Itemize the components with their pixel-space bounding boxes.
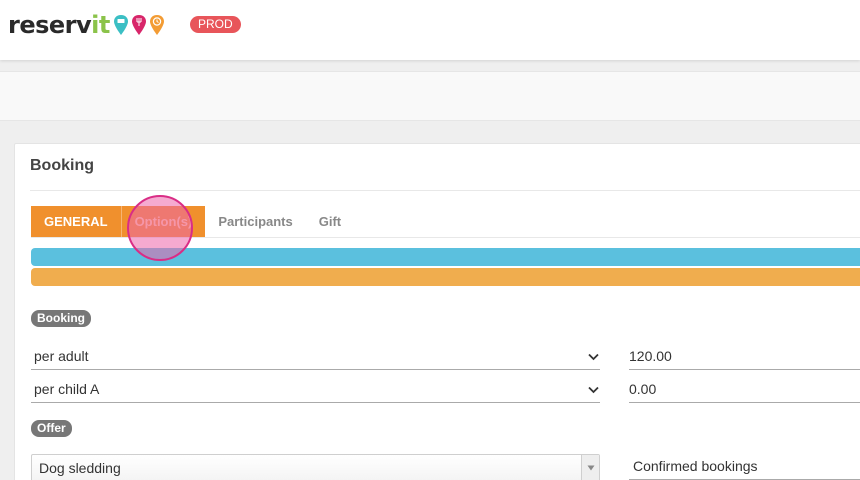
chevron-down-icon: [586, 343, 600, 370]
tab-general[interactable]: GENERAL: [31, 206, 121, 237]
app-logo[interactable]: reservit: [8, 10, 165, 40]
top-bar: reservit PROD: [0, 0, 860, 60]
tabs-divider: [31, 237, 860, 238]
price-type-select-child[interactable]: per child A: [31, 376, 600, 403]
booking-status-value: Confirmed bookings: [633, 458, 758, 474]
logo-wordmark: reservit: [8, 10, 110, 40]
price-value: 0.00: [629, 381, 657, 397]
price-type-value: per adult: [34, 348, 89, 364]
tab-options[interactable]: Option(s): [120, 206, 206, 237]
tab-gift[interactable]: Gift: [306, 206, 354, 237]
offer-select[interactable]: Dog sledding: [31, 454, 600, 480]
warning-bar: [31, 268, 860, 286]
panel-title: Booking: [30, 157, 94, 174]
secondary-toolbar: [0, 71, 860, 121]
info-bar: [31, 248, 860, 266]
triangle-down-icon: [581, 455, 599, 480]
logo-accent: it: [91, 11, 110, 39]
tab-bar: GENERAL Option(s) Participants Gift: [31, 206, 354, 237]
chevron-down-icon: [586, 376, 600, 403]
price-value: 120.00: [629, 348, 672, 364]
price-type-value: per child A: [34, 381, 100, 397]
price-value-adult[interactable]: 120.00: [629, 343, 860, 370]
pin-crimson-icon: [131, 15, 146, 35]
pin-teal-icon: [113, 15, 128, 35]
logo-pins: [113, 14, 165, 36]
booking-status-field[interactable]: Confirmed bookings: [629, 453, 860, 480]
offer-select-value: Dog sledding: [39, 460, 121, 476]
environment-badge: PROD: [190, 16, 241, 33]
booking-panel: Booking GENERAL Option(s) Participants G…: [14, 143, 860, 480]
section-label-offer: Offer: [31, 420, 72, 437]
price-type-select-adult[interactable]: per adult: [31, 343, 600, 370]
pin-orange-icon: [149, 15, 164, 35]
tab-participants[interactable]: Participants: [205, 206, 305, 237]
logo-main: reserv: [8, 11, 92, 39]
section-label-booking: Booking: [31, 310, 91, 327]
panel-divider: [30, 190, 860, 191]
price-value-child[interactable]: 0.00: [629, 376, 860, 403]
